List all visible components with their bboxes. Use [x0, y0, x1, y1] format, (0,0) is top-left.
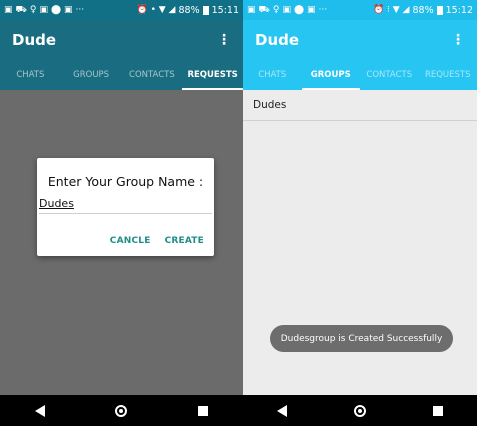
back-icon[interactable] [276, 404, 287, 417]
cancel-button[interactable]: CANCLE [110, 236, 151, 246]
system-icons: ⏰ • ▼ ◢ [136, 4, 176, 15]
tab-requests[interactable]: REQUESTS [182, 60, 243, 90]
clock: 15:11 [211, 4, 239, 16]
notification-icon: ▣ [282, 4, 291, 15]
home-icon[interactable] [115, 404, 128, 417]
notification-icon: ▣ [39, 4, 48, 15]
overflow-menu-icon[interactable]: ⋮ [451, 32, 465, 48]
battery-level: 88% [412, 4, 434, 16]
notification-icon: ▣ [64, 4, 73, 15]
tab-contacts[interactable]: CONTACTS [122, 60, 183, 90]
tab-requests[interactable]: REQUESTS [419, 60, 477, 90]
overflow-menu-icon[interactable]: ⋮ [217, 32, 231, 48]
app-title: Dude [255, 31, 300, 49]
notification-icon: ♀ [272, 4, 280, 15]
notification-icon: ⬤ [50, 4, 62, 15]
clock: 15:12 [445, 4, 473, 16]
notification-icon: ⛟ [15, 4, 27, 15]
battery-icon [436, 5, 443, 15]
group-name-dialog: Enter Your Group Name : Dudes CANCLE CRE… [37, 158, 214, 256]
create-button[interactable]: CREATE [165, 236, 204, 246]
app-bar: Dude ⋮ [0, 20, 243, 60]
left-screen: ▣ ⛟ ♀ ▣ ⬤ ▣ ··· ⏰ • ▼ ◢ 88% 15:11 Dude ⋮… [0, 0, 243, 426]
app-title: Dude [12, 31, 57, 49]
nav-bar [0, 395, 243, 426]
group-name-input[interactable]: Dudes [39, 195, 212, 214]
overflow-icon: ··· [75, 4, 85, 15]
overflow-icon: ··· [318, 4, 328, 15]
home-icon[interactable] [353, 404, 366, 417]
notification-icon: ⬤ [293, 4, 305, 15]
notification-icon: ♀ [29, 4, 37, 15]
battery-icon [202, 5, 209, 15]
status-bar: ▣ ⛟ ♀ ▣ ⬤ ▣ ··· ⏰ • ▼ ◢ 88% 15:11 [0, 0, 243, 20]
app-bar: Dude ⋮ [243, 20, 477, 60]
system-icons: ⏰ ⁝ ▼ ◢ [372, 4, 410, 15]
notification-icons: ▣ ⛟ ♀ ▣ ⬤ ▣ ··· [247, 4, 328, 15]
tab-chats[interactable]: CHATS [0, 60, 61, 90]
tab-chats[interactable]: CHATS [243, 60, 302, 90]
tab-groups[interactable]: GROUPS [61, 60, 122, 90]
notification-icon: ▣ [4, 4, 13, 15]
group-list-item[interactable]: Dudes [243, 90, 477, 121]
battery-level: 88% [178, 4, 200, 16]
groups-list: Dudes [243, 90, 477, 121]
notification-icon: ▣ [307, 4, 316, 15]
recents-icon[interactable] [433, 405, 444, 416]
right-screen: ▣ ⛟ ♀ ▣ ⬤ ▣ ··· ⏰ ⁝ ▼ ◢ 88% 15:12 Dude ⋮… [243, 0, 477, 426]
status-right: ⏰ • ▼ ◢ 88% 15:11 [137, 5, 239, 16]
notification-icons: ▣ ⛟ ♀ ▣ ⬤ ▣ ··· [4, 4, 85, 15]
recents-icon[interactable] [197, 405, 208, 416]
tab-bar: CHATS GROUPS CONTACTS REQUESTS [243, 60, 477, 90]
nav-bar [243, 395, 477, 426]
back-icon[interactable] [35, 404, 46, 417]
dialog-actions: CANCLE CREATE [110, 236, 204, 246]
status-bar: ▣ ⛟ ♀ ▣ ⬤ ▣ ··· ⏰ ⁝ ▼ ◢ 88% 15:12 [243, 0, 477, 20]
toast-message: Dudesgroup is Created Successfully [270, 325, 453, 352]
notification-icon: ▣ [247, 4, 256, 15]
tab-groups[interactable]: GROUPS [301, 60, 361, 90]
status-right: ⏰ ⁝ ▼ ◢ 88% 15:12 [373, 5, 473, 16]
dialog-title: Enter Your Group Name : [47, 174, 204, 189]
notification-icon: ⛟ [258, 4, 270, 15]
tab-contacts[interactable]: CONTACTS [360, 60, 419, 90]
tab-bar: CHATS GROUPS CONTACTS REQUESTS [0, 60, 243, 90]
